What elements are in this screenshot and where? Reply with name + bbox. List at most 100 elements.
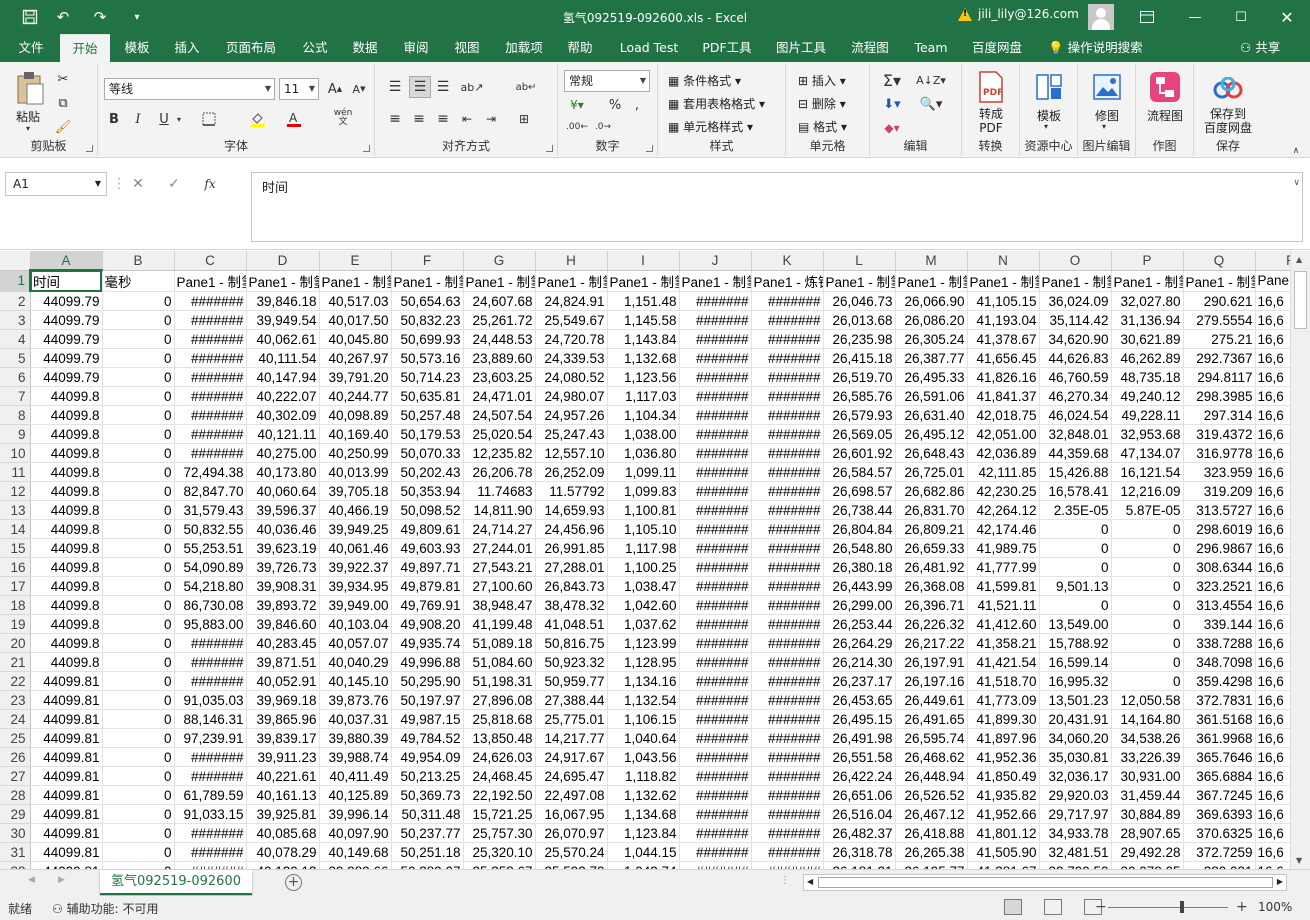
format-painter-icon[interactable]: 🖌 xyxy=(54,118,72,136)
cell[interactable]: 323.959 xyxy=(1183,462,1256,482)
cell[interactable]: ####### xyxy=(751,310,824,330)
cell[interactable]: 44099.8 xyxy=(30,481,103,501)
cell[interactable]: 39,949.25 xyxy=(319,519,392,539)
cell[interactable]: ####### xyxy=(751,424,824,444)
column-header-q[interactable]: Q xyxy=(1183,251,1256,271)
cell[interactable]: ####### xyxy=(174,842,247,862)
column-header-r[interactable]: R xyxy=(1255,251,1290,271)
cell[interactable]: 44099.81 xyxy=(30,804,103,824)
cell[interactable]: 25,320.10 xyxy=(463,842,536,862)
zoom-slider-thumb[interactable] xyxy=(1180,901,1184,913)
zoom-in-icon[interactable]: + xyxy=(1236,899,1248,915)
column-header-g[interactable]: G xyxy=(463,251,536,271)
column-header-p[interactable]: P xyxy=(1111,251,1184,271)
header-cell[interactable]: Pane1 - 制氢 xyxy=(967,270,1040,292)
cell[interactable]: 44099.8 xyxy=(30,519,103,539)
column-header-e[interactable]: E xyxy=(319,251,392,271)
cell[interactable]: 26,548.80 xyxy=(823,538,896,558)
column-header-k[interactable]: K xyxy=(751,251,824,271)
cell[interactable]: 50,179.53 xyxy=(391,424,464,444)
cell[interactable]: 26,569.05 xyxy=(823,424,896,444)
cell[interactable]: 16,6 xyxy=(1255,538,1290,558)
cell[interactable]: 49,935.74 xyxy=(391,633,464,653)
cell[interactable]: 40,045.80 xyxy=(319,329,392,349)
cell[interactable]: ####### xyxy=(174,671,247,691)
cell[interactable]: 41,358.21 xyxy=(967,633,1040,653)
orientation-icon[interactable]: ab↗ xyxy=(459,78,485,96)
cell[interactable]: 26,217.22 xyxy=(895,633,968,653)
cell[interactable]: 42,230.25 xyxy=(967,481,1040,501)
cell[interactable]: 44099.81 xyxy=(30,671,103,691)
cell[interactable]: 16,599.14 xyxy=(1039,652,1112,672)
cell[interactable]: 44,626.83 xyxy=(1039,348,1112,368)
cell[interactable]: 16,6 xyxy=(1255,310,1290,330)
cell[interactable]: 40,221.61 xyxy=(246,766,320,786)
cell[interactable]: 1,145.58 xyxy=(607,310,680,330)
decrease-decimal-icon[interactable]: .0→ xyxy=(592,118,614,136)
cell[interactable]: 55,253.51 xyxy=(174,538,247,558)
cell[interactable]: 26,468.62 xyxy=(895,747,968,767)
row-header[interactable]: 23 xyxy=(0,690,31,710)
cell[interactable]: 26,495.12 xyxy=(895,424,968,444)
cell[interactable]: 44099.81 xyxy=(30,690,103,710)
cell[interactable]: 298.3985 xyxy=(1183,386,1256,406)
scroll-up-icon[interactable]: ▲ xyxy=(1296,255,1302,264)
percent-icon[interactable]: % xyxy=(606,96,624,114)
cell[interactable]: 44099.81 xyxy=(30,823,103,843)
cell[interactable]: 40,097.90 xyxy=(319,823,392,843)
find-select-icon[interactable]: 🔍▾ xyxy=(916,94,946,114)
cell[interactable]: 0 xyxy=(1039,557,1112,577)
conditional-format-button[interactable]: ▦ 条件格式 ▾ xyxy=(668,72,741,89)
cell[interactable]: 26,086.20 xyxy=(895,310,968,330)
phonetic-icon[interactable]: wén 文 xyxy=(332,108,354,128)
cell[interactable]: 14,164.80 xyxy=(1111,709,1184,729)
cell[interactable]: 27,100.60 xyxy=(463,576,536,596)
cell[interactable]: ####### xyxy=(679,842,752,862)
cell[interactable]: 26,682.86 xyxy=(895,481,968,501)
tab-addins[interactable]: 加载项 xyxy=(497,34,551,62)
cell[interactable]: 72,494.38 xyxy=(174,462,247,482)
cell[interactable]: 24,456.96 xyxy=(535,519,608,539)
cell[interactable]: 40,161.13 xyxy=(246,785,320,805)
cell[interactable]: 42,018.75 xyxy=(967,405,1040,425)
cell[interactable]: 1,123.84 xyxy=(607,823,680,843)
cell[interactable]: 0 xyxy=(102,310,175,330)
cell[interactable]: 1,105.10 xyxy=(607,519,680,539)
cell[interactable]: 1,117.03 xyxy=(607,386,680,406)
cell[interactable]: ####### xyxy=(174,823,247,843)
cell[interactable]: 0 xyxy=(102,804,175,824)
cell[interactable]: ####### xyxy=(679,405,752,425)
cell[interactable]: 0 xyxy=(1111,633,1184,653)
cell[interactable]: 0 xyxy=(102,557,175,577)
cell[interactable]: 1,132.62 xyxy=(607,785,680,805)
cell[interactable]: 40,052.91 xyxy=(246,671,320,691)
cell[interactable]: 39,623.19 xyxy=(246,538,320,558)
cell[interactable]: 30,078.05 xyxy=(1111,861,1184,869)
cell[interactable]: 50,295.90 xyxy=(391,671,464,691)
cell[interactable]: 26,725.01 xyxy=(895,462,968,482)
cell[interactable]: 35,114.42 xyxy=(1039,310,1112,330)
cell[interactable]: 25,757.30 xyxy=(463,823,536,843)
cell[interactable]: 15,426.88 xyxy=(1039,462,1112,482)
tab-page-layout[interactable]: 页面布局 xyxy=(218,34,284,62)
cell[interactable]: 1,123.56 xyxy=(607,367,680,387)
row-header[interactable]: 6 xyxy=(0,367,31,387)
cell[interactable]: 41,199.48 xyxy=(463,614,536,634)
cell[interactable]: 26,453.65 xyxy=(823,690,896,710)
tab-template[interactable]: 模板 xyxy=(116,34,158,62)
cell[interactable]: 372.7259 xyxy=(1183,842,1256,862)
increase-decimal-icon[interactable]: .00← xyxy=(566,118,588,136)
cell[interactable]: 0 xyxy=(1111,538,1184,558)
cell[interactable]: 26,443.99 xyxy=(823,576,896,596)
cell[interactable]: 26,252.09 xyxy=(535,462,608,482)
cell[interactable]: ####### xyxy=(679,329,752,349)
cell[interactable]: 26,070.97 xyxy=(535,823,608,843)
cell[interactable]: 0 xyxy=(102,690,175,710)
cell[interactable]: 26,046.73 xyxy=(823,291,896,311)
cell[interactable]: 16,6 xyxy=(1255,690,1290,710)
header-cell[interactable]: Pane1 - 制氢 xyxy=(391,270,464,292)
cell[interactable]: 26,579.93 xyxy=(823,405,896,425)
cell[interactable]: 361.9968 xyxy=(1183,728,1256,748)
cell[interactable]: 16,6 xyxy=(1255,595,1290,615)
cell[interactable]: 40,062.61 xyxy=(246,329,320,349)
